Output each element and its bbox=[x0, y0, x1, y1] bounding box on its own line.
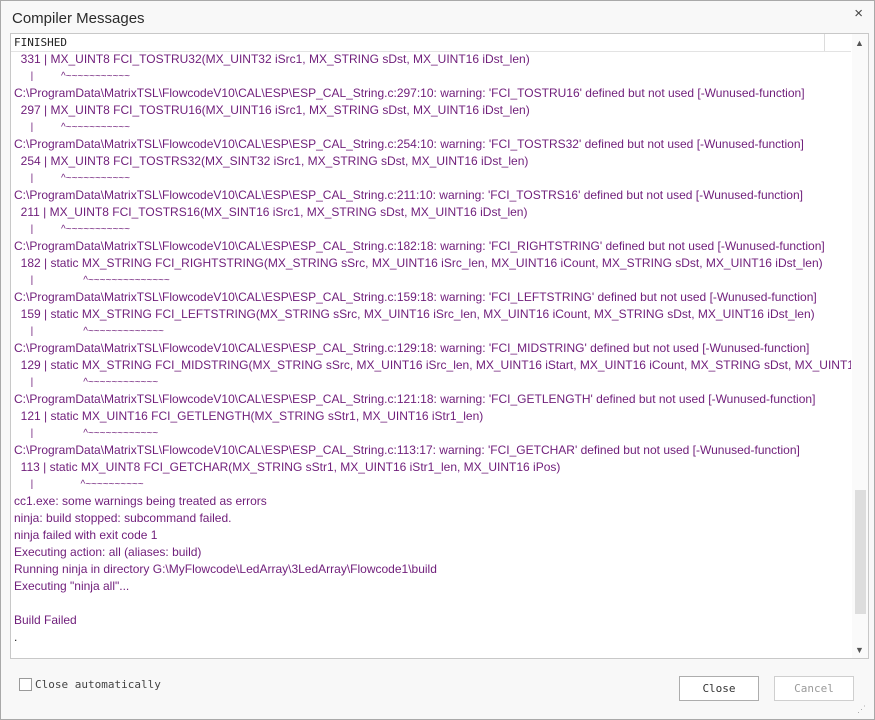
close-automatically-label: Close automatically bbox=[35, 678, 161, 691]
vertical-scrollbar[interactable]: ▲ ▼ bbox=[852, 34, 868, 658]
column-header-label: FINISHED bbox=[14, 36, 67, 49]
message-line[interactable] bbox=[11, 595, 851, 612]
message-line[interactable]: C:\ProgramData\MatrixTSL\FlowcodeV10\CAL… bbox=[11, 442, 851, 459]
message-line[interactable]: C:\ProgramData\MatrixTSL\FlowcodeV10\CAL… bbox=[11, 136, 851, 153]
message-line[interactable]: 121 | static MX_UINT16 FCI_GETLENGTH(MX_… bbox=[11, 408, 851, 425]
compiler-messages-dialog: Compiler Messages × FINISHED 331 | MX_UI… bbox=[0, 0, 875, 720]
message-line[interactable]: | ^~~~~~~~~~~~ bbox=[11, 221, 851, 238]
message-line[interactable]: . bbox=[11, 629, 851, 646]
message-line[interactable]: 254 | MX_UINT8 FCI_TOSTRS32(MX_SINT32 iS… bbox=[11, 153, 851, 170]
resize-grip-icon[interactable]: ⋰ bbox=[857, 704, 866, 715]
message-line[interactable]: | ^~~~~~~~~~~~~ bbox=[11, 425, 851, 442]
message-line[interactable]: | ^~~~~~~~~~~~~~ bbox=[11, 323, 851, 340]
message-line[interactable]: | ^~~~~~~~~~~~ bbox=[11, 170, 851, 187]
close-icon[interactable]: × bbox=[854, 5, 863, 22]
message-line[interactable]: 182 | static MX_STRING FCI_RIGHTSTRING(M… bbox=[11, 255, 851, 272]
message-line[interactable]: Running ninja in directory G:\MyFlowcode… bbox=[11, 561, 851, 578]
message-line[interactable]: 211 | MX_UINT8 FCI_TOSTRS16(MX_SINT16 iS… bbox=[11, 204, 851, 221]
message-line[interactable]: 113 | static MX_UINT8 FCI_GETCHAR(MX_STR… bbox=[11, 459, 851, 476]
message-line[interactable]: 297 | MX_UINT8 FCI_TOSTRU16(MX_UINT16 iS… bbox=[11, 102, 851, 119]
message-line[interactable]: C:\ProgramData\MatrixTSL\FlowcodeV10\CAL… bbox=[11, 289, 851, 306]
message-line[interactable]: | ^~~~~~~~~~~~ bbox=[11, 119, 851, 136]
scroll-down-icon[interactable]: ▼ bbox=[855, 645, 864, 655]
column-header: FINISHED bbox=[11, 34, 851, 52]
dialog-title: Compiler Messages bbox=[12, 10, 145, 27]
scroll-thumb[interactable] bbox=[855, 490, 866, 614]
message-line[interactable]: ninja failed with exit code 1 bbox=[11, 527, 851, 544]
cancel-button[interactable]: Cancel bbox=[774, 676, 854, 701]
close-automatically-checkbox[interactable] bbox=[19, 678, 32, 691]
message-line[interactable]: 159 | static MX_STRING FCI_LEFTSTRING(MX… bbox=[11, 306, 851, 323]
message-lines: 331 | MX_UINT8 FCI_TOSTRU32(MX_UINT32 iS… bbox=[11, 51, 851, 646]
scroll-up-icon[interactable]: ▲ bbox=[855, 38, 864, 48]
message-line[interactable]: 129 | static MX_STRING FCI_MIDSTRING(MX_… bbox=[11, 357, 851, 374]
close-automatically-option[interactable]: Close automatically bbox=[19, 678, 161, 691]
message-line[interactable]: C:\ProgramData\MatrixTSL\FlowcodeV10\CAL… bbox=[11, 238, 851, 255]
message-list[interactable]: FINISHED 331 | MX_UINT8 FCI_TOSTRU32(MX_… bbox=[10, 33, 869, 659]
message-line[interactable]: C:\ProgramData\MatrixTSL\FlowcodeV10\CAL… bbox=[11, 85, 851, 102]
message-line[interactable]: ninja: build stopped: subcommand failed. bbox=[11, 510, 851, 527]
message-line[interactable]: 331 | MX_UINT8 FCI_TOSTRU32(MX_UINT32 iS… bbox=[11, 51, 851, 68]
message-line[interactable]: cc1.exe: some warnings being treated as … bbox=[11, 493, 851, 510]
message-line[interactable]: C:\ProgramData\MatrixTSL\FlowcodeV10\CAL… bbox=[11, 187, 851, 204]
message-line[interactable]: C:\ProgramData\MatrixTSL\FlowcodeV10\CAL… bbox=[11, 391, 851, 408]
message-line[interactable]: C:\ProgramData\MatrixTSL\FlowcodeV10\CAL… bbox=[11, 340, 851, 357]
message-line[interactable]: | ^~~~~~~~~~~~~~~ bbox=[11, 272, 851, 289]
message-line[interactable]: Build Failed bbox=[11, 612, 851, 629]
message-line[interactable]: | ^~~~~~~~~~~~ bbox=[11, 68, 851, 85]
message-line[interactable]: Executing action: all (aliases: build) bbox=[11, 544, 851, 561]
message-line[interactable]: Executing "ninja all"... bbox=[11, 578, 851, 595]
message-line[interactable]: | ^~~~~~~~~~~~~ bbox=[11, 374, 851, 391]
close-button[interactable]: Close bbox=[679, 676, 759, 701]
column-divider bbox=[824, 34, 825, 51]
message-line[interactable]: | ^~~~~~~~~~~ bbox=[11, 476, 851, 493]
